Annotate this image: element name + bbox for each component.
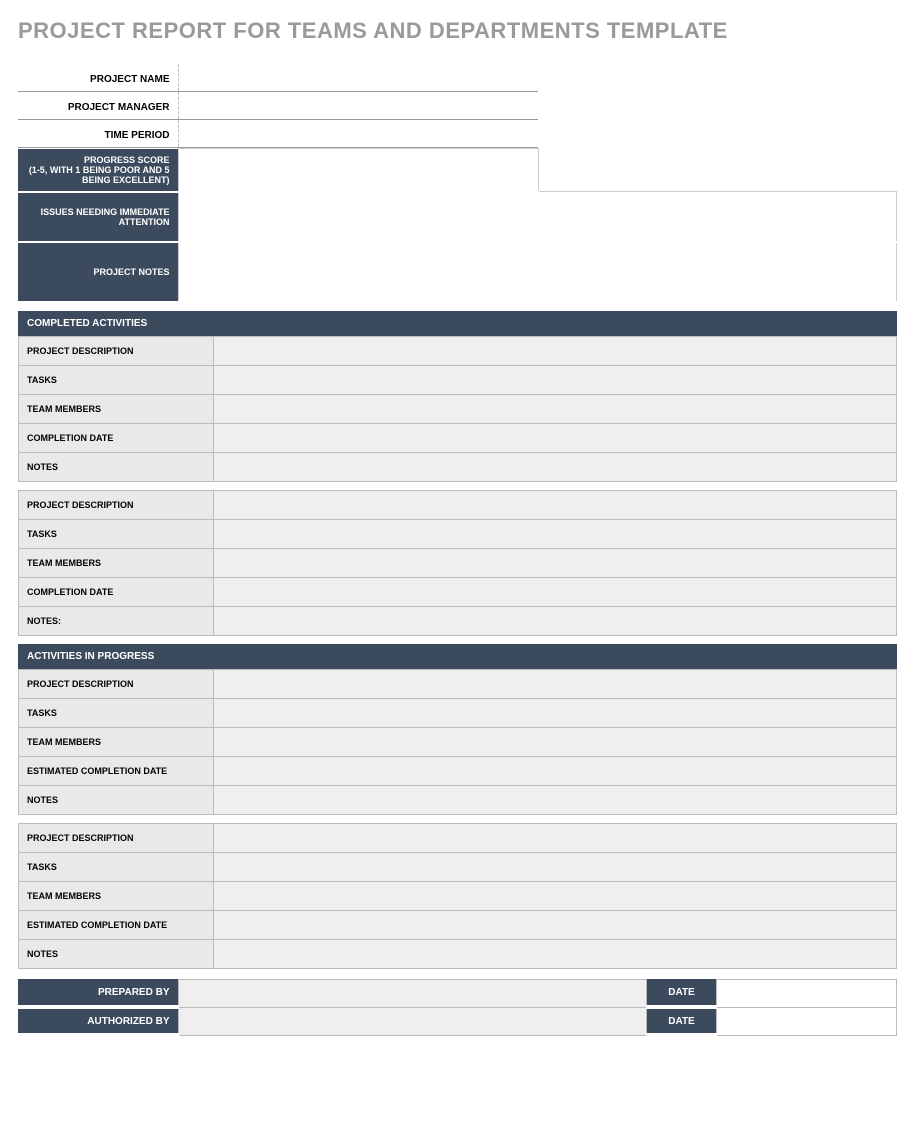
progress-score-field[interactable] bbox=[178, 149, 538, 192]
team-members-label: TEAM MEMBERS bbox=[19, 727, 214, 756]
project-notes-field[interactable] bbox=[178, 242, 897, 302]
tasks-field[interactable] bbox=[214, 852, 897, 881]
completed-activities-header: COMPLETED ACTIVITIES bbox=[18, 311, 897, 336]
project-description-label: PROJECT DESCRIPTION bbox=[19, 823, 214, 852]
project-description-field[interactable] bbox=[214, 490, 897, 519]
completion-date-label: COMPLETION DATE bbox=[19, 577, 214, 606]
project-name-label: PROJECT NAME bbox=[18, 64, 178, 92]
project-description-field[interactable] bbox=[214, 669, 897, 698]
completion-date-label: COMPLETION DATE bbox=[19, 423, 214, 452]
tasks-label: TASKS bbox=[19, 698, 214, 727]
tasks-field[interactable] bbox=[214, 365, 897, 394]
notes-label: NOTES bbox=[19, 939, 214, 968]
project-description-field[interactable] bbox=[214, 823, 897, 852]
notes-label: NOTES bbox=[19, 785, 214, 814]
time-period-label: TIME PERIOD bbox=[18, 120, 178, 148]
page-title: PROJECT REPORT FOR TEAMS AND DEPARTMENTS… bbox=[18, 18, 897, 44]
project-description-label: PROJECT DESCRIPTION bbox=[19, 490, 214, 519]
inprogress-group-1: PROJECT DESCRIPTION TASKS TEAM MEMBERS E… bbox=[18, 669, 897, 815]
authorized-date-field[interactable] bbox=[717, 1007, 897, 1035]
inprogress-group-2: PROJECT DESCRIPTION TASKS TEAM MEMBERS E… bbox=[18, 823, 897, 969]
project-manager-field[interactable] bbox=[178, 92, 538, 120]
completion-date-field[interactable] bbox=[214, 423, 897, 452]
notes-label: NOTES: bbox=[19, 606, 214, 635]
completed-group-1: PROJECT DESCRIPTION TASKS TEAM MEMBERS C… bbox=[18, 336, 897, 482]
info-table: PROJECT NAME PROJECT MANAGER TIME PERIOD bbox=[18, 64, 538, 148]
tasks-label: TASKS bbox=[19, 519, 214, 548]
est-completion-date-field[interactable] bbox=[214, 910, 897, 939]
team-members-field[interactable] bbox=[214, 881, 897, 910]
summary-table: PROGRESS SCORE (1-5, WITH 1 BEING POOR A… bbox=[18, 148, 897, 303]
prepared-date-label: DATE bbox=[647, 979, 717, 1007]
team-members-field[interactable] bbox=[214, 727, 897, 756]
team-members-field[interactable] bbox=[214, 548, 897, 577]
team-members-field[interactable] bbox=[214, 394, 897, 423]
project-description-label: PROJECT DESCRIPTION bbox=[19, 669, 214, 698]
est-completion-date-field[interactable] bbox=[214, 756, 897, 785]
issues-field[interactable] bbox=[178, 192, 897, 242]
prepared-by-label: PREPARED BY bbox=[18, 979, 178, 1007]
project-name-field[interactable] bbox=[178, 64, 538, 92]
notes-label: NOTES bbox=[19, 452, 214, 481]
notes-field[interactable] bbox=[214, 785, 897, 814]
time-period-field[interactable] bbox=[178, 120, 538, 148]
tasks-label: TASKS bbox=[19, 365, 214, 394]
progress-score-label: PROGRESS SCORE (1-5, WITH 1 BEING POOR A… bbox=[18, 149, 178, 192]
signoff-table: PREPARED BY DATE AUTHORIZED BY DATE bbox=[18, 979, 897, 1038]
prepared-date-field[interactable] bbox=[717, 979, 897, 1007]
notes-field[interactable] bbox=[214, 452, 897, 481]
prepared-by-field[interactable] bbox=[178, 979, 647, 1007]
team-members-label: TEAM MEMBERS bbox=[19, 394, 214, 423]
project-notes-label: PROJECT NOTES bbox=[18, 242, 178, 302]
project-description-field[interactable] bbox=[214, 336, 897, 365]
authorized-by-field[interactable] bbox=[178, 1007, 647, 1035]
project-description-label: PROJECT DESCRIPTION bbox=[19, 336, 214, 365]
team-members-label: TEAM MEMBERS bbox=[19, 548, 214, 577]
team-members-label: TEAM MEMBERS bbox=[19, 881, 214, 910]
activities-in-progress-header: ACTIVITIES IN PROGRESS bbox=[18, 644, 897, 669]
tasks-field[interactable] bbox=[214, 698, 897, 727]
tasks-label: TASKS bbox=[19, 852, 214, 881]
completed-group-2: PROJECT DESCRIPTION TASKS TEAM MEMBERS C… bbox=[18, 490, 897, 636]
completion-date-field[interactable] bbox=[214, 577, 897, 606]
issues-label: ISSUES NEEDING IMMEDIATE ATTENTION bbox=[18, 192, 178, 242]
authorized-by-label: AUTHORIZED BY bbox=[18, 1007, 178, 1035]
est-completion-date-label: ESTIMATED COMPLETION DATE bbox=[19, 756, 214, 785]
project-manager-label: PROJECT MANAGER bbox=[18, 92, 178, 120]
est-completion-date-label: ESTIMATED COMPLETION DATE bbox=[19, 910, 214, 939]
notes-field[interactable] bbox=[214, 606, 897, 635]
authorized-date-label: DATE bbox=[647, 1007, 717, 1035]
tasks-field[interactable] bbox=[214, 519, 897, 548]
notes-field[interactable] bbox=[214, 939, 897, 968]
